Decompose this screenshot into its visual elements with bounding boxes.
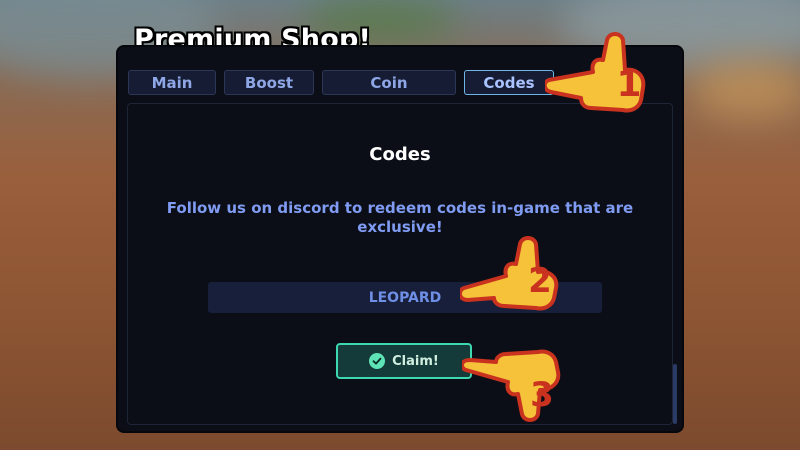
pointer-step-number: 1 bbox=[616, 64, 641, 105]
tab-main[interactable]: Main bbox=[128, 70, 216, 95]
scrollbar[interactable] bbox=[673, 364, 677, 424]
pointing-hand-icon: 2 bbox=[460, 236, 559, 311]
pointer-annotation-2: 2 bbox=[460, 232, 575, 312]
check-circle-icon bbox=[369, 353, 386, 369]
tab-boost[interactable]: Boost bbox=[224, 70, 314, 95]
pointer-step-number: 2 bbox=[528, 261, 552, 301]
tab-codes[interactable]: Codes bbox=[464, 70, 554, 95]
claim-label: Claim! bbox=[392, 353, 439, 369]
tab-coin[interactable]: Coin bbox=[322, 70, 456, 95]
game-screen: { "shop": { "title": "Premium Shop!", "t… bbox=[0, 0, 800, 450]
background-blur bbox=[690, 60, 800, 120]
codes-heading: Codes bbox=[369, 144, 431, 165]
pointing-hand-icon: 1 bbox=[545, 32, 646, 113]
claim-button[interactable]: Claim! bbox=[336, 343, 472, 379]
pointing-hand-icon: 3 bbox=[462, 349, 561, 422]
pointer-annotation-1: 1 bbox=[545, 30, 660, 115]
pointer-annotation-3: 3 bbox=[462, 346, 577, 436]
pointer-step-number: 3 bbox=[530, 375, 554, 415]
